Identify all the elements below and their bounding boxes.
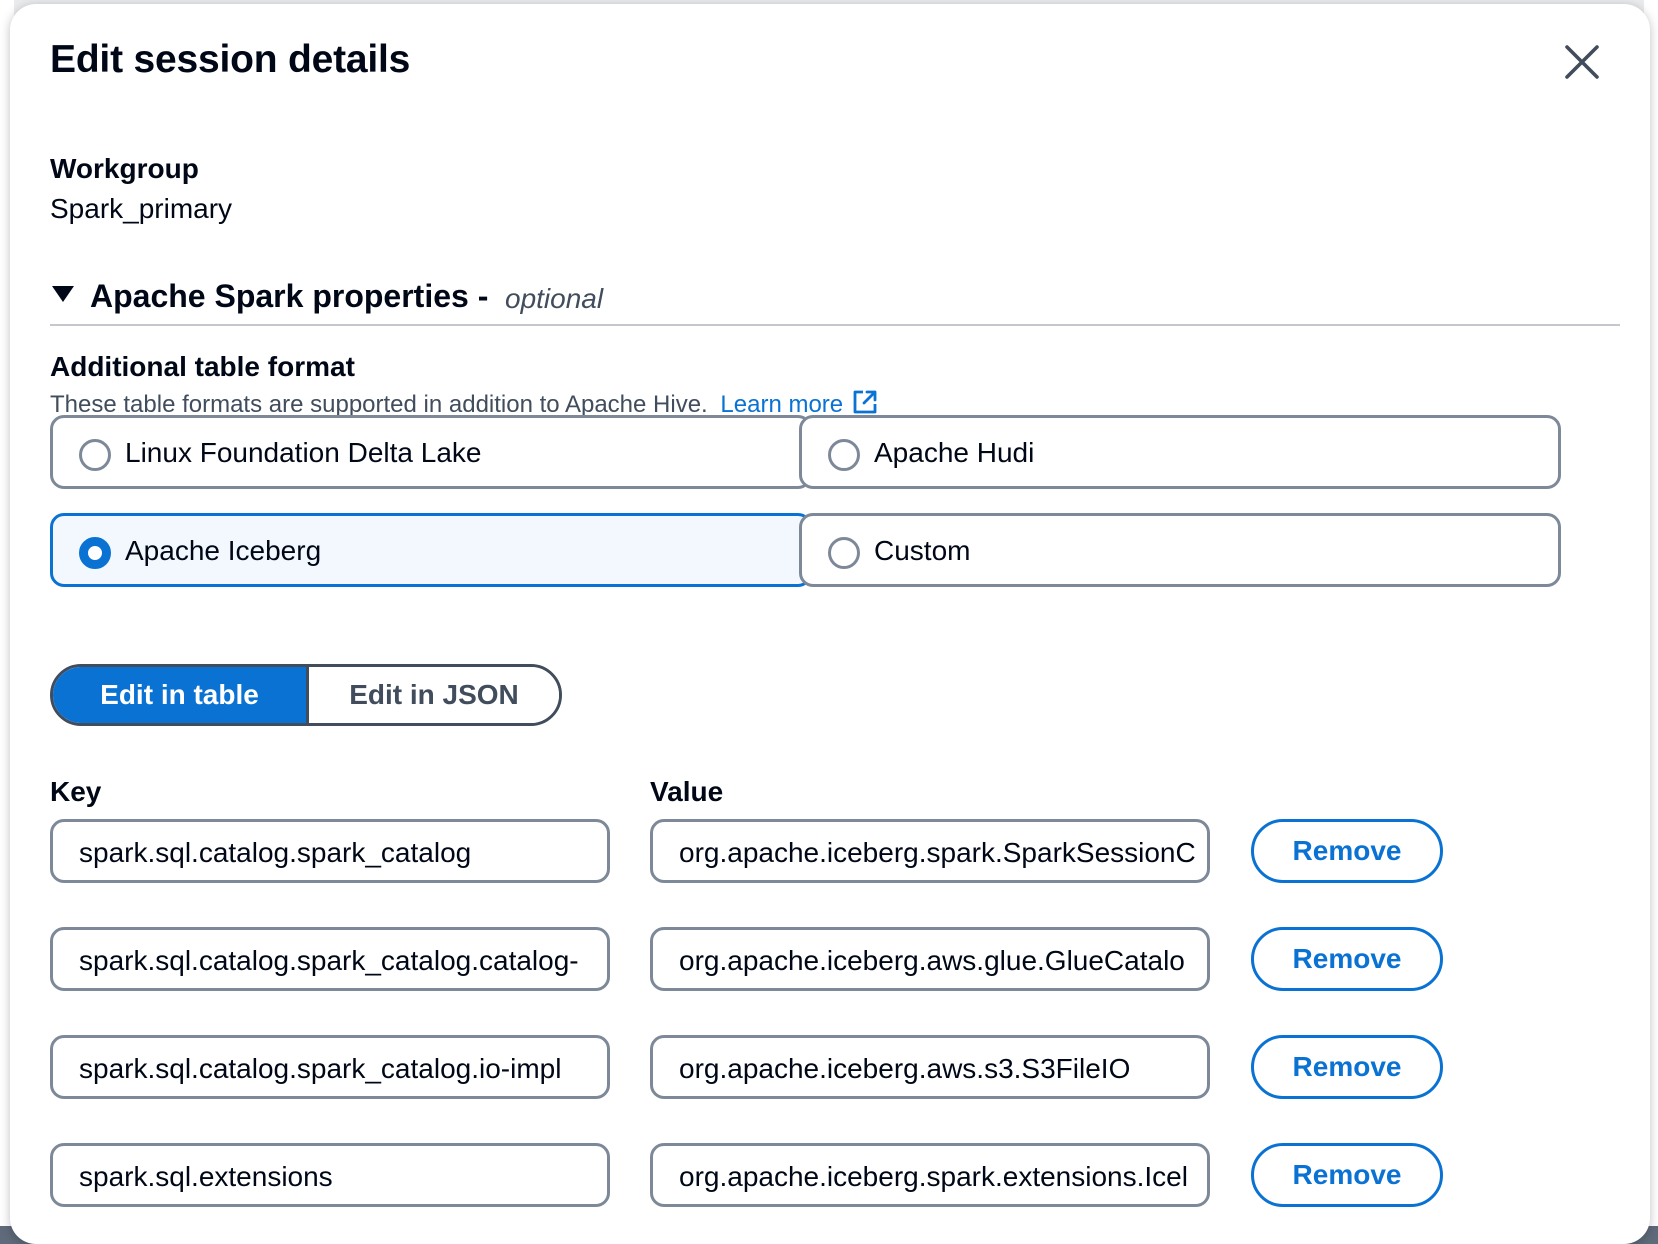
property-value-text: org.apache.iceberg.aws.s3.S3FileIO [679,1053,1131,1084]
remove-button[interactable]: Remove [1251,819,1443,883]
property-value-input[interactable]: org.apache.iceberg.spark.SparkSessionC [650,819,1210,883]
dialog-title: Edit session details [50,38,411,81]
learn-more-link[interactable]: Learn more [720,388,879,418]
format-option-hudi[interactable]: Apache Hudi [799,415,1561,489]
value-column-header: Value [650,776,724,807]
format-option-label: Apache Iceberg [125,535,322,566]
property-value-text: org.apache.iceberg.spark.SparkSessionC [679,837,1196,868]
property-key-input[interactable]: spark.sql.catalog.spark_catalog.io-impl [50,1035,610,1099]
edit-mode-toggle: Edit in table Edit in JSON [50,664,562,726]
optional-label: optional [505,283,604,314]
remove-button[interactable]: Remove [1251,1143,1443,1207]
radio-unchecked[interactable] [828,439,860,471]
close-button[interactable] [1560,40,1604,84]
radio-unchecked[interactable] [828,537,860,569]
property-key-text: spark.sql.catalog.spark_catalog [79,837,472,868]
close-icon [1565,45,1599,79]
spark-properties-title: Apache Spark properties - [90,278,489,314]
format-option-custom[interactable]: Custom [799,513,1561,587]
format-option-label: Apache Hudi [874,437,1035,468]
property-key-input[interactable]: spark.sql.catalog.spark_catalog.catalog- [50,927,610,991]
remove-button[interactable]: Remove [1251,1035,1443,1099]
edit-in-table-button[interactable]: Edit in table [53,667,309,723]
radio-unchecked[interactable] [79,439,111,471]
property-value-text: org.apache.iceberg.aws.glue.GlueCatalo [679,945,1185,976]
caret-down-icon [52,286,74,302]
property-key-input[interactable]: spark.sql.extensions [50,1143,610,1207]
edit-session-dialog: Edit session details Workgroup Spark_pri… [10,4,1650,1244]
table-format-label: Additional table format [50,351,355,382]
format-option-iceberg[interactable]: Apache Iceberg [50,513,812,587]
property-value-input[interactable]: org.apache.iceberg.aws.glue.GlueCatalo [650,927,1210,991]
table-format-description-text: These table formats are supported in add… [50,391,708,418]
radio-checked[interactable] [79,537,111,569]
format-option-delta-lake[interactable]: Linux Foundation Delta Lake [50,415,812,489]
format-option-label: Linux Foundation Delta Lake [125,437,482,468]
property-key-text: spark.sql.catalog.spark_catalog.catalog- [79,945,579,976]
key-column-header: Key [50,776,102,807]
property-value-text: org.apache.iceberg.spark.extensions.Icel [679,1161,1188,1192]
workgroup-label: Workgroup [50,153,199,184]
external-link-icon [851,388,879,416]
format-option-label: Custom [874,535,971,566]
property-value-input[interactable]: org.apache.iceberg.spark.extensions.Icel [650,1143,1210,1207]
property-key-text: spark.sql.extensions [79,1161,333,1192]
edit-in-json-button[interactable]: Edit in JSON [309,667,559,723]
property-key-text: spark.sql.catalog.spark_catalog.io-impl [79,1053,562,1084]
learn-more-text: Learn more [720,391,844,418]
property-key-input[interactable]: spark.sql.catalog.spark_catalog [50,819,610,883]
workgroup-value: Spark_primary [50,193,233,224]
remove-button[interactable]: Remove [1251,927,1443,991]
property-value-input[interactable]: org.apache.iceberg.aws.s3.S3FileIO [650,1035,1210,1099]
spark-properties-expander[interactable]: Apache Spark properties - optional [50,276,1620,326]
